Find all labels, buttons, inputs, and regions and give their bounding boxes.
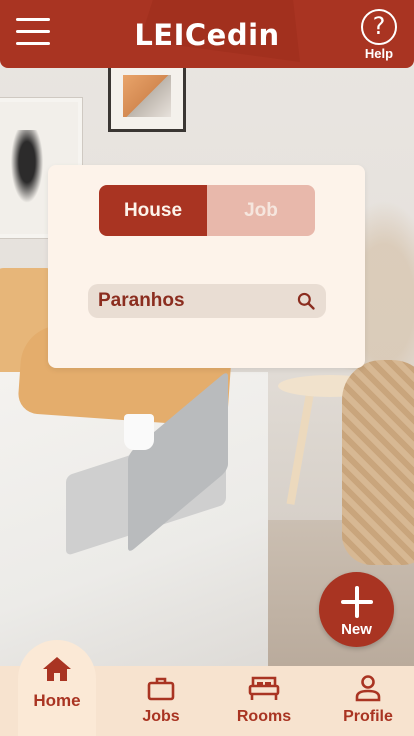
nav-item-home[interactable]: Home xyxy=(18,655,96,711)
help-label: Help xyxy=(364,46,394,61)
new-button-label: New xyxy=(341,621,372,638)
search-card: House Job xyxy=(48,165,365,368)
search-input[interactable] xyxy=(98,288,288,314)
new-button[interactable]: New xyxy=(319,572,394,647)
app-title: LEICedin xyxy=(134,18,280,52)
nav-item-rooms[interactable]: Rooms xyxy=(230,674,298,726)
bed-icon xyxy=(248,676,280,700)
plus-icon xyxy=(341,586,373,618)
side-table-leg xyxy=(286,395,314,505)
search-icon[interactable] xyxy=(296,291,316,311)
nav-label-profile: Profile xyxy=(343,708,393,725)
nav-item-jobs[interactable]: Jobs xyxy=(130,676,192,726)
nav-item-profile[interactable]: Profile xyxy=(336,674,400,726)
wicker-basket xyxy=(342,360,414,565)
nav-label-rooms: Rooms xyxy=(236,708,292,725)
nav-label-jobs: Jobs xyxy=(142,708,180,725)
toggle-house[interactable]: House xyxy=(99,185,207,236)
toggle-job[interactable]: Job xyxy=(207,185,315,236)
help-button[interactable]: ? Help xyxy=(358,9,400,61)
app-header: LEICedin ? Help xyxy=(0,0,414,68)
search-bar xyxy=(88,284,326,318)
nav-label-home: Home xyxy=(33,691,81,710)
cup xyxy=(124,414,154,450)
wall-picture-frame xyxy=(108,62,186,132)
house-job-toggle: House Job xyxy=(99,185,315,236)
home-icon xyxy=(43,657,71,681)
person-icon xyxy=(355,675,381,702)
briefcase-icon xyxy=(147,677,175,701)
question-mark-circle-icon: ? xyxy=(361,9,397,45)
